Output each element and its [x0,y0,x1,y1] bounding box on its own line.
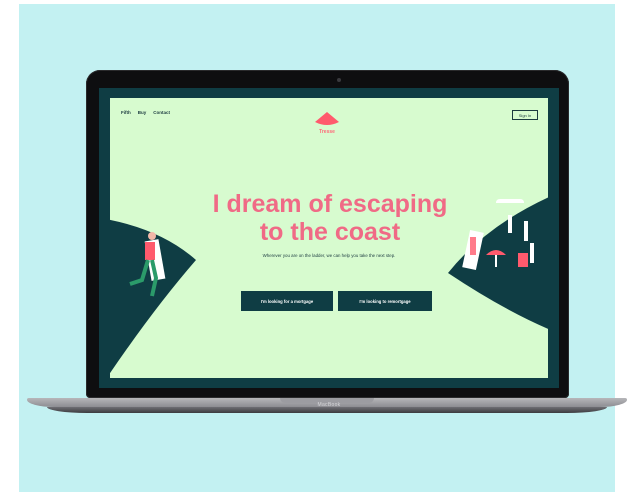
logo-text: Tresse [319,129,335,135]
nav-item-1[interactable]: Fifth [121,110,131,115]
headline-line-2: to the coast [259,218,401,246]
headline-line-1: I dream of escaping [212,190,448,218]
nav-item-2[interactable]: Buy [138,110,147,115]
top-nav: Fifth Buy Contact [121,110,170,115]
hero-headline: I dream of escaping to the coast [195,190,465,246]
laptop-screen: Fifth Buy Contact Tresse Sign In I dream… [99,88,559,388]
laptop-brand: MacBook [317,402,341,408]
camera-dot [337,78,341,82]
remortgage-button[interactable]: I'm looking to remortgage [338,291,432,311]
mortgage-button[interactable]: I'm looking for a mortgage [241,291,333,311]
hero-subtitle: Wherever you are on the ladder, we can h… [262,253,396,258]
website-page: Fifth Buy Contact Tresse Sign In I dream… [110,98,548,378]
sign-in-button[interactable]: Sign In [512,110,538,120]
nav-item-3[interactable]: Contact [153,110,170,115]
